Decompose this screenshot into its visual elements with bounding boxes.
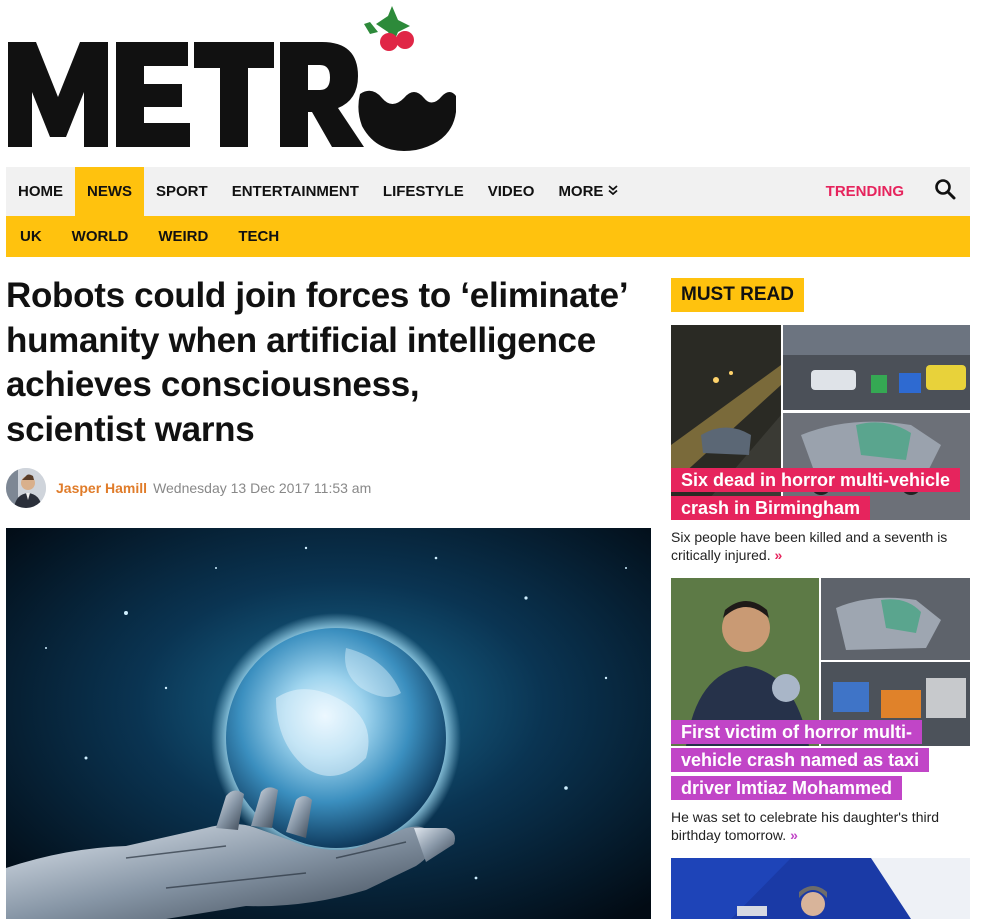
card-2-summary: He was set to celebrate his daughter's t… [671,808,961,844]
author-avatar[interactable] [6,468,46,508]
nav-item-home[interactable]: HOME [6,167,75,216]
nav-item-sport[interactable]: SPORT [144,167,220,216]
card-1-summary: Six people have been killed and a sevent… [671,528,961,564]
headline-line: humanity when artificial intelligence [6,320,596,360]
card-summary-text: He was set to celebrate his daughter's t… [671,809,940,843]
read-more-arrow-icon[interactable]: » [774,547,782,563]
nav-item-entertainment[interactable]: ENTERTAINMENT [220,167,371,216]
card-title-line: Six dead in horror multi-vehicle [671,468,961,492]
nav-item-video[interactable]: VIDEO [476,167,547,216]
subnav-item-world[interactable]: WORLD [57,228,144,245]
metro-logo-graphic [8,6,456,151]
card-title-line: vehicle crash named as taxi [671,748,930,772]
headline-line: achieves consciousness, [6,365,420,404]
subnav-item-uk[interactable]: UK [6,228,57,245]
byline: Jasper Hamill Wednesday 13 Dec 2017 11:5… [6,467,371,509]
read-more-arrow-icon[interactable]: » [790,827,798,843]
nav-item-trending[interactable]: TRENDING [810,167,920,216]
chevron-double-down-icon [608,185,619,198]
primary-nav: HOME NEWS SPORT ENTERTAINMENT LIFESTYLE … [6,167,970,216]
search-icon [934,178,956,205]
card-title-line: driver Imtiaz Mohammed [671,776,903,800]
metro-logo[interactable] [6,2,456,162]
nav-item-more[interactable]: MORE [546,167,630,216]
card-title-line: crash in Birmingham [671,496,871,520]
headline-line: scientist warns [6,409,255,449]
article-hero-image [6,528,651,919]
subnav-item-weird[interactable]: WEIRD [143,228,223,245]
card-1-title[interactable]: Six dead in horror multi-vehicle crash i… [671,466,966,522]
subnav-item-tech[interactable]: TECH [223,228,294,245]
publish-date: Wednesday 13 Dec 2017 11:53 am [153,480,372,496]
card-summary-text: Six people have been killed and a sevent… [671,529,948,563]
headline-line: Robots could join forces to ‘eliminate’ [6,276,629,315]
must-read-heading: MUST READ [671,278,804,312]
nav-item-lifestyle[interactable]: LIFESTYLE [371,167,476,216]
card-3-image[interactable] [671,858,970,919]
card-title-line: First victim of horror multi- [671,720,923,744]
article-headline: Robots could join forces to ‘eliminate’ … [6,274,656,452]
secondary-nav: UK WORLD WEIRD TECH [6,216,970,257]
nav-item-news[interactable]: NEWS [75,167,144,216]
card-2-title[interactable]: First victim of horror multi- vehicle cr… [671,718,966,802]
author-link[interactable]: Jasper Hamill [56,480,147,496]
search-button[interactable] [920,167,970,216]
nav-more-label: MORE [558,183,604,200]
